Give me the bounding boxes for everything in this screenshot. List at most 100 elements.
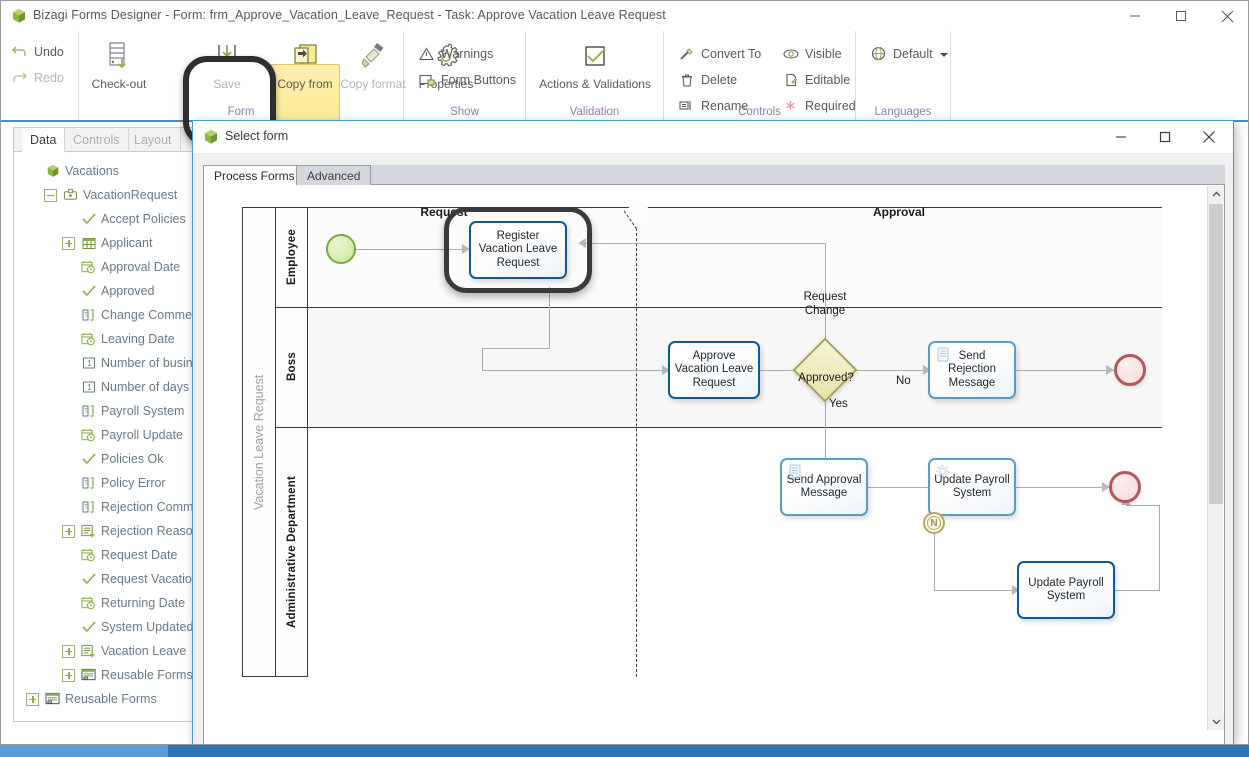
window-minimize-button[interactable] <box>1112 1 1158 31</box>
tab-process-forms[interactable]: Process Forms <box>203 165 306 186</box>
bpmn-end-event-rejection[interactable] <box>1114 354 1146 386</box>
scroll-down-button[interactable] <box>1208 713 1224 730</box>
undo-button[interactable]: Undo <box>11 41 64 62</box>
tree-item[interactable]: Returning Date <box>14 591 201 615</box>
tab-advanced[interactable]: Advanced <box>296 165 372 186</box>
tree-item[interactable]: T Payroll System <box>14 399 201 423</box>
flow-label-no: No <box>896 375 911 387</box>
tree-item[interactable]: Request Vacations <box>14 567 201 591</box>
convert-to-button[interactable]: Convert To <box>678 43 761 64</box>
tab-layout-label: Layout <box>134 133 172 147</box>
tree-item[interactable]: Reusable Forms <box>14 663 201 687</box>
dialog-close-button[interactable] <box>1187 121 1231 152</box>
tree-item[interactable]: Vacations <box>14 159 201 183</box>
convert-icon <box>678 45 695 62</box>
tree-item[interactable]: T Change Comments <box>14 303 201 327</box>
delete-button[interactable]: Delete <box>678 69 737 90</box>
entity-icon <box>62 187 79 204</box>
tree-item[interactable]: Leaving Date <box>14 327 201 351</box>
tree-item[interactable]: Applicant <box>14 231 201 255</box>
check-out-button[interactable]: Check-out <box>83 34 155 112</box>
tree-item[interactable]: Vacation Leave <box>14 639 201 663</box>
editable-button[interactable]: Editable <box>782 69 850 90</box>
tree-item[interactable]: T Policy Error <box>14 471 201 495</box>
tree-expand-icon[interactable] <box>62 524 75 538</box>
tree-item[interactable]: Approved <box>14 279 201 303</box>
tree-item[interactable]: Accept Policies <box>14 207 201 231</box>
dialog-minimize-button[interactable] <box>1099 121 1143 152</box>
bpmn-task-register[interactable]: Register Vacation Leave Request <box>469 221 567 279</box>
copy-format-button[interactable]: Copy format <box>337 34 409 112</box>
save-icon <box>191 34 263 76</box>
tree-item[interactable]: VacationRequest <box>14 183 201 207</box>
delete-label: Delete <box>701 72 738 87</box>
flow-register-left <box>482 348 550 349</box>
flow-no <box>849 370 929 371</box>
bpmn-end-event-approval[interactable] <box>1109 471 1141 503</box>
vertical-scroll-thumb[interactable] <box>1209 204 1223 504</box>
tree-item-label: Approved <box>101 284 155 298</box>
tree-item[interactable]: Approval Date <box>14 255 201 279</box>
save-button[interactable]: Save <box>191 34 263 112</box>
bpmn-task-send-approval[interactable]: Send Approval Message <box>780 458 868 516</box>
tree-expand-icon[interactable] <box>62 668 75 682</box>
datetime-icon <box>80 427 97 444</box>
bpmn-task-update-payroll[interactable]: Update Payroll System <box>928 458 1016 516</box>
datetime-icon <box>80 331 97 348</box>
lane-label-admin: Administrative Department <box>286 476 298 628</box>
bpmn-boundary-event-non-interrupting[interactable]: N <box>923 512 945 534</box>
tree-expand-icon[interactable] <box>26 692 39 706</box>
actions-validations-button[interactable]: Actions & Validations <box>526 34 664 112</box>
checkout-icon <box>83 34 155 76</box>
dialog-tab-strip: Process Forms Advanced <box>203 165 1225 186</box>
language-default-dropdown[interactable]: Default <box>870 43 948 64</box>
tree-item[interactable]: Rejection Reason <box>14 519 201 543</box>
text-icon: T <box>80 475 97 492</box>
tree-expand-icon[interactable] <box>62 644 75 658</box>
window-titlebar: Bizagi Forms Designer - Form: frm_Approv… <box>1 1 1248 31</box>
tree-item[interactable]: Payroll Update <box>14 423 201 447</box>
copy-from-button[interactable]: Copy from <box>269 34 341 112</box>
window-close-button[interactable] <box>1204 1 1248 31</box>
bpmn-start-event[interactable] <box>326 234 356 264</box>
tree-collapse-icon[interactable] <box>44 188 57 202</box>
bpmn-task-send-rejection[interactable]: Send Rejection Message <box>928 341 1016 399</box>
tree-item[interactable]: System Updated <box>14 615 201 639</box>
check-icon <box>80 211 97 228</box>
ribbon-group-form-label: Form <box>227 106 255 118</box>
canvas-vertical-scrollbar[interactable] <box>1207 186 1224 730</box>
tree-item[interactable]: Request Date <box>14 543 201 567</box>
flow-label-yes: Yes <box>829 398 848 410</box>
visible-button[interactable]: Visible <box>782 43 842 64</box>
tab-controls[interactable]: Controls <box>65 128 129 152</box>
tab-layout[interactable]: Layout <box>126 128 181 152</box>
tree-item[interactable]: Reusable Forms <box>14 687 201 711</box>
check-icon <box>80 283 97 300</box>
form-buttons-button[interactable]: Form Buttons <box>418 69 516 90</box>
flow-start-to-register <box>356 249 468 250</box>
dialog-maximize-button[interactable] <box>1143 121 1187 152</box>
tree-item-label: Returning Date <box>101 596 186 610</box>
warnings-button[interactable]: Warnings <box>418 43 493 64</box>
message-envelope-icon <box>787 464 802 479</box>
scroll-up-button[interactable] <box>1208 186 1224 203</box>
tree-item-label: Rejection Reason <box>101 524 200 538</box>
tree-item[interactable]: 1 Number of days <box>14 375 201 399</box>
bpmn-task-approve[interactable]: Approve Vacation Leave Request <box>668 341 760 399</box>
tree-item[interactable]: 1 Number of business days <box>14 351 201 375</box>
tab-data[interactable]: Data <box>22 128 66 153</box>
tree-item[interactable]: Policies Ok <box>14 447 201 471</box>
bpmn-task-update-payroll-2[interactable]: Update Payroll System <box>1017 561 1115 619</box>
redo-label: Redo <box>34 70 64 85</box>
tree-expand-icon[interactable] <box>62 236 75 250</box>
datetime-icon <box>80 595 97 612</box>
tree-item[interactable]: T Rejection Comments <box>14 495 201 519</box>
language-default-label: Default <box>893 46 933 61</box>
reusable-forms-icon <box>44 691 61 708</box>
window-maximize-button[interactable] <box>1158 1 1204 31</box>
cube-icon <box>44 163 61 180</box>
data-tree[interactable]: Vacations VacationRequest Accept Policies A… <box>14 153 201 721</box>
diagram-canvas[interactable]: Vacation Leave Request Employee Boss Adm… <box>204 185 1208 731</box>
redo-button[interactable]: Redo <box>11 67 64 88</box>
minimize-icon <box>1116 135 1126 138</box>
